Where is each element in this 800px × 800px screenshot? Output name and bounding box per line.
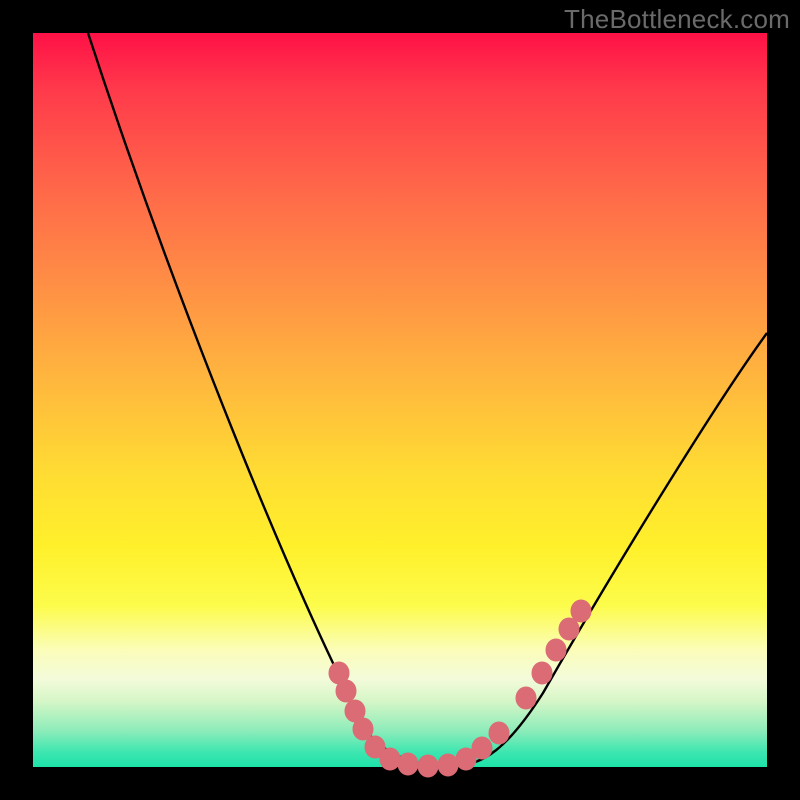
bead-marker: [438, 754, 458, 776]
chart-svg: [33, 33, 767, 767]
outer-frame: TheBottleneck.com: [0, 0, 800, 800]
beads-group: [329, 600, 591, 777]
bead-marker: [418, 755, 438, 777]
v-curve: [88, 33, 767, 766]
bead-marker: [353, 718, 373, 740]
bead-marker: [489, 722, 509, 744]
bead-marker: [398, 753, 418, 775]
watermark-text: TheBottleneck.com: [564, 4, 790, 35]
bead-marker: [472, 737, 492, 759]
bead-marker: [559, 618, 579, 640]
bead-marker: [546, 639, 566, 661]
bead-marker: [516, 687, 536, 709]
plot-area: [33, 33, 767, 767]
bead-marker: [380, 748, 400, 770]
bead-marker: [532, 662, 552, 684]
bead-marker: [571, 600, 591, 622]
bead-marker: [336, 680, 356, 702]
